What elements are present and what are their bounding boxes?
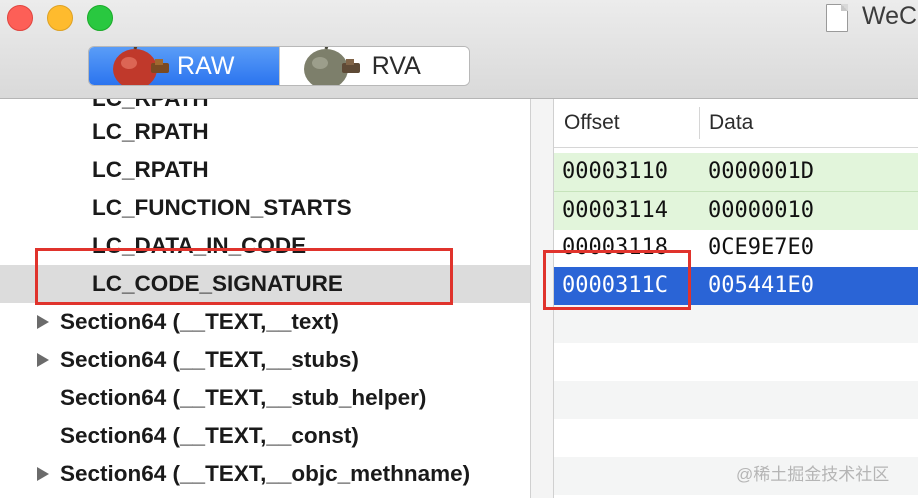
data-cell: 00000010: [708, 198, 814, 223]
close-window-button[interactable]: [7, 5, 33, 31]
tree-item-label: Section64 (__TEXT,__stub_helper): [60, 385, 427, 410]
tree-item[interactable]: Section64 (__TEXT,__text): [0, 303, 530, 341]
document-icon: [826, 4, 848, 32]
tree-item[interactable]: Section64 (__TEXT,__stubs): [0, 341, 530, 379]
tree-item[interactable]: LC_RPATH: [0, 151, 530, 189]
data-cell: 0000001D: [708, 159, 814, 184]
column-separator[interactable]: [699, 107, 700, 139]
rva-mode-button[interactable]: RVA: [278, 47, 469, 85]
tree-item[interactable]: Section64 (__TEXT,__objc_methname): [0, 455, 530, 493]
rva-mode-label: RVA: [371, 51, 421, 80]
annotation-highlight-box: [35, 248, 453, 305]
tree-item-label: Section64 (__TEXT,__stubs): [60, 347, 359, 372]
watermark: @稀土掘金技术社区: [736, 465, 890, 484]
window-title: WeC: [862, 2, 918, 30]
disclosure-triangle-icon[interactable]: [37, 353, 49, 367]
disclosure-triangle-icon[interactable]: [37, 467, 49, 481]
tree-item-label: Section64 (__TEXT,__const): [60, 423, 359, 448]
view-mode-segmented-control: RAW RVA: [88, 46, 470, 86]
empty-table-row: [554, 381, 918, 419]
apple-icon: [113, 47, 169, 85]
annotation-highlight-box: [543, 250, 691, 310]
raw-mode-button[interactable]: RAW: [89, 47, 279, 85]
table-row[interactable]: 00003114 00000010: [554, 191, 918, 230]
table-row[interactable]: 00003110 0000001D: [554, 153, 918, 191]
tree-item-label: LC_FUNCTION_STARTS: [92, 195, 352, 220]
window-toolbar: WeC RAW RVA: [0, 0, 918, 99]
empty-table-row: [554, 305, 918, 343]
apple-gray-icon: [303, 47, 360, 85]
empty-table-row: [554, 419, 918, 457]
offset-cell: 00003114: [562, 198, 668, 223]
zoom-window-button[interactable]: [87, 5, 113, 31]
data-cell: 0CE9E7E0: [708, 235, 814, 260]
table-header: Offset Data: [554, 99, 918, 148]
disclosure-triangle-icon[interactable]: [37, 315, 49, 329]
tree-item-label: Section64 (__TEXT,__text): [60, 309, 339, 334]
column-header-data[interactable]: Data: [709, 111, 753, 135]
data-cell: 005441E0: [708, 273, 814, 298]
column-header-offset[interactable]: Offset: [564, 111, 620, 135]
tree-item[interactable]: Section64 (__TEXT,__stub_helper): [0, 379, 530, 417]
raw-mode-label: RAW: [177, 51, 235, 80]
tree-item-label: LC_RPATH: [92, 119, 209, 144]
empty-table-row: [554, 343, 918, 381]
tree-item[interactable]: LC_FUNCTION_STARTS: [0, 189, 530, 227]
offset-cell: 00003110: [562, 159, 668, 184]
tree-item[interactable]: LC_RPATH: [0, 113, 530, 151]
tree-item-label: LC_RPATH: [92, 157, 209, 182]
tree-item-label: Section64 (__TEXT,__objc_methname): [60, 461, 471, 486]
tree-item[interactable]: Section64 (__TEXT,__const): [0, 417, 530, 455]
minimize-window-button[interactable]: [47, 5, 73, 31]
